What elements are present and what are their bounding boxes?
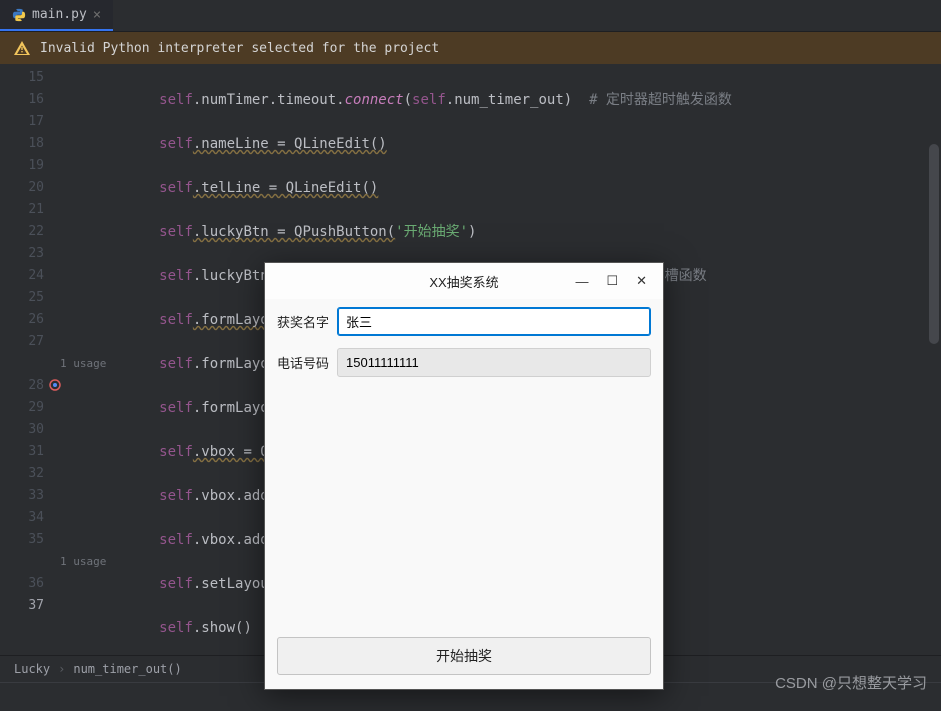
tab-bar: main.py × — [0, 0, 941, 32]
breadcrumb-class[interactable]: Lucky — [14, 662, 50, 676]
warning-text: Invalid Python interpreter selected for … — [40, 41, 439, 56]
tel-field[interactable] — [337, 348, 651, 377]
warning-icon — [14, 40, 30, 56]
tab-filename: main.py — [32, 7, 87, 22]
tel-label: 电话号码 — [277, 353, 329, 372]
warning-bar: Invalid Python interpreter selected for … — [0, 32, 941, 64]
minimize-icon[interactable]: — — [575, 274, 588, 289]
close-icon[interactable]: ✕ — [636, 273, 647, 289]
run-icon[interactable] — [48, 378, 62, 400]
close-icon[interactable]: × — [93, 7, 101, 23]
chevron-right-icon: › — [58, 662, 65, 676]
file-tab[interactable]: main.py × — [0, 0, 113, 31]
python-icon — [12, 8, 26, 22]
lottery-dialog: XX抽奖系统 — ☐ ✕ 获奖名字 电话号码 开始抽奖 — [264, 262, 664, 690]
maximize-icon[interactable]: ☐ — [606, 273, 618, 289]
breadcrumb-method[interactable]: num_timer_out() — [73, 662, 181, 676]
name-field[interactable] — [337, 307, 651, 336]
dialog-titlebar[interactable]: XX抽奖系统 — ☐ ✕ — [265, 263, 663, 299]
start-lottery-button[interactable]: 开始抽奖 — [277, 637, 651, 675]
watermark: CSDN @只想整天学习 — [775, 672, 927, 693]
name-label: 获奖名字 — [277, 312, 329, 331]
dialog-body: 获奖名字 电话号码 — [265, 299, 663, 627]
gutter: 15 16 17 18 19 20 21 22 23 24 25 26 27 1… — [0, 64, 58, 655]
vertical-scrollbar[interactable] — [929, 144, 939, 344]
